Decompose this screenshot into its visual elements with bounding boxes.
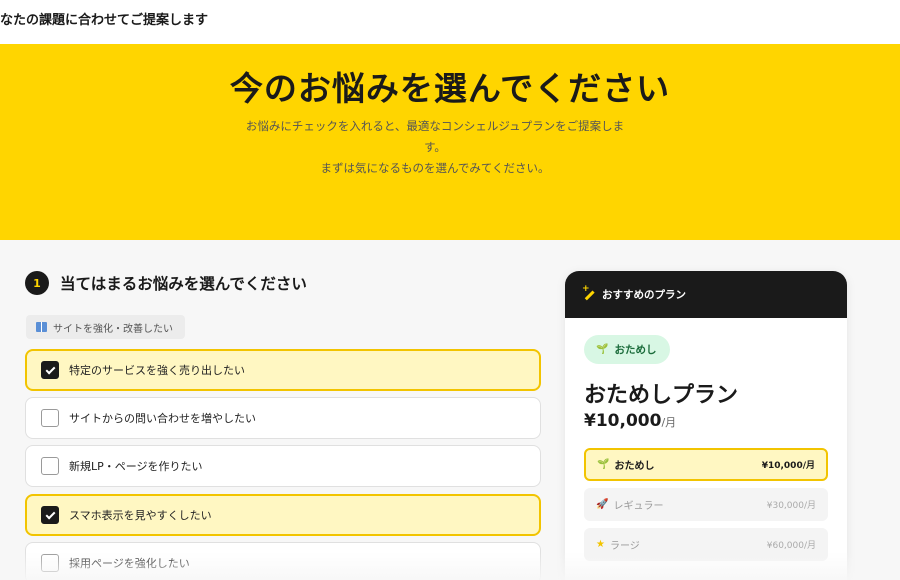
plan-badge: 🌱 おためし <box>584 335 671 364</box>
magic-wand-icon <box>582 284 595 301</box>
tier-price: ¥10,000/月 <box>761 461 815 471</box>
tier-option[interactable]: 🌱 おためし ¥10,000/月 <box>584 448 828 481</box>
checkbox[interactable] <box>41 457 59 475</box>
category-label: サイトを強化・改善したい <box>53 323 173 335</box>
step-heading: 1 当てはまるお悩みを選んでください <box>25 271 307 295</box>
option-label: サイトからの問い合わせを増やしたい <box>69 412 256 425</box>
star-icon: ★ <box>596 539 605 550</box>
option-label: スマホ表示を見やすくしたい <box>69 509 212 522</box>
hero-desc-line: まずは気になるものを選んでみてください。 <box>320 161 550 175</box>
hero-description: お悩みにチェックを入れると、最適なコンシェルジュプランをご提案しま す。 まずは… <box>235 116 635 179</box>
hero-desc-line: す。 <box>424 140 446 154</box>
plan-name: おためしプラン <box>584 383 739 408</box>
step-number-badge: 1 <box>25 271 49 295</box>
book-icon <box>36 322 47 332</box>
plan-card-header: おすすめのプラン <box>565 271 847 318</box>
step-title: 当てはまるお悩みを選んでください <box>60 275 307 293</box>
checkbox[interactable] <box>41 506 59 524</box>
rocket-icon: 🚀 <box>596 499 609 510</box>
checkbox[interactable] <box>41 554 59 572</box>
sprout-icon: 🌱 <box>596 344 609 355</box>
plan-price-value: ¥10,000 <box>584 411 662 431</box>
plan-badge-label: おためし <box>614 344 657 356</box>
option-item[interactable]: 特定のサービスを強く売り出したい <box>25 349 541 391</box>
option-item[interactable]: 採用ページを強化したい <box>25 542 541 580</box>
tier-price: ¥30,000/月 <box>766 501 816 511</box>
plan-header-label: おすすめのプラン <box>602 289 686 301</box>
tier-label: レギュラー <box>613 501 664 512</box>
checkbox[interactable] <box>41 409 59 427</box>
sprout-icon: 🌱 <box>597 459 610 470</box>
option-label: 採用ページを強化したい <box>69 557 190 570</box>
checkbox[interactable] <box>41 361 59 379</box>
check-icon <box>45 509 55 519</box>
option-label: 新規LP・ページを作りたい <box>69 460 203 473</box>
option-item[interactable]: サイトからの問い合わせを増やしたい <box>25 397 541 439</box>
plan-price-unit: /月 <box>661 416 677 429</box>
option-label: 特定のサービスを強く売り出したい <box>69 364 245 377</box>
option-item[interactable]: 新規LP・ページを作りたい <box>25 445 541 487</box>
top-bar: なたの課題に合わせてご提案します <box>0 0 900 44</box>
tier-label: ラージ <box>609 541 640 552</box>
hero-title: 今のお悩みを選んでください <box>229 69 671 108</box>
header-title: なたの課題に合わせてご提案します <box>0 13 209 28</box>
tier-option[interactable]: 🚀 レギュラー ¥30,000/月 <box>584 488 828 521</box>
tier-label: おためし <box>614 461 655 472</box>
hero-section: 今のお悩みを選んでください お悩みにチェックを入れると、最適なコンシェルジュプラ… <box>0 44 900 240</box>
option-item[interactable]: スマホ表示を見やすくしたい <box>25 494 541 536</box>
hero-desc-line: お悩みにチェックを入れると、最適なコンシェルジュプランをご提案しま <box>245 119 625 133</box>
tier-option[interactable]: ★ ラージ ¥60,000/月 <box>584 528 828 561</box>
check-icon <box>45 364 55 374</box>
category-tag: サイトを強化・改善したい <box>26 315 185 339</box>
recommended-plan-card: おすすめのプラン 🌱 おためし おためしプラン ¥10,000/月 🌱 おためし… <box>565 271 847 580</box>
plan-price: ¥10,000/月 <box>584 411 676 431</box>
tier-price: ¥60,000/月 <box>766 541 816 551</box>
